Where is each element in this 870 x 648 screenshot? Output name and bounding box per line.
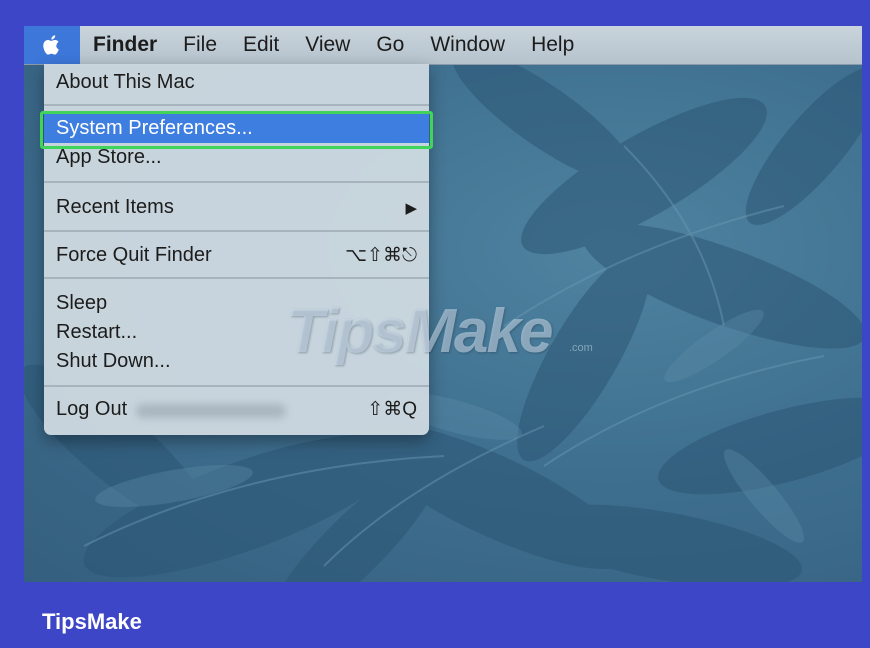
keyboard-shortcut: ⌥⇧⌘⎋ (345, 245, 417, 266)
keyboard-shortcut: ⇧⌘Q (367, 399, 417, 420)
menu-view[interactable]: View (292, 26, 363, 64)
apple-menu-button[interactable] (24, 26, 80, 64)
watermark-suffix: .com (569, 342, 593, 354)
menu-item-about-this-mac[interactable]: About This Mac (44, 68, 429, 97)
submenu-arrow-icon: ▶ (405, 200, 417, 217)
menu-item-label: Sleep (56, 292, 108, 314)
menu-item-label: About This Mac (56, 71, 195, 93)
menu-item-label: Log Out (56, 398, 128, 420)
highlight-annotation-box (40, 111, 433, 149)
menu-item-label: Restart... (56, 321, 138, 343)
menu-separator (44, 230, 429, 232)
menu-item-label: Shut Down... (56, 350, 171, 372)
menu-window[interactable]: Window (417, 26, 518, 64)
brand-label: TipsMake (42, 609, 142, 634)
menu-bar: Finder File Edit View Go Window Help (24, 26, 862, 65)
menu-separator (44, 277, 429, 279)
watermark-logo: TipsMake (286, 297, 553, 366)
menu-item-label: Force Quit Finder (56, 244, 212, 266)
menu-item-force-quit[interactable]: Force Quit Finder ⌥⇧⌘⎋ (44, 241, 429, 270)
menu-file[interactable]: File (170, 26, 230, 64)
menu-help[interactable]: Help (518, 26, 587, 64)
menu-separator (44, 181, 429, 183)
menu-item-label: Recent Items (56, 196, 174, 218)
menu-separator (44, 104, 429, 106)
menu-item-label: App Store... (56, 146, 162, 168)
apple-icon (43, 35, 59, 55)
desktop: Finder File Edit View Go Window Help Abo… (24, 26, 862, 582)
menu-item-log-out[interactable]: Log Out ⇧⌘Q (44, 395, 429, 424)
blurred-username (136, 404, 286, 418)
menu-item-recent-items[interactable]: Recent Items ▶ (44, 193, 429, 222)
menu-separator (44, 385, 429, 387)
menu-finder[interactable]: Finder (80, 26, 170, 64)
menu-edit[interactable]: Edit (230, 26, 292, 64)
menu-go[interactable]: Go (363, 26, 417, 64)
